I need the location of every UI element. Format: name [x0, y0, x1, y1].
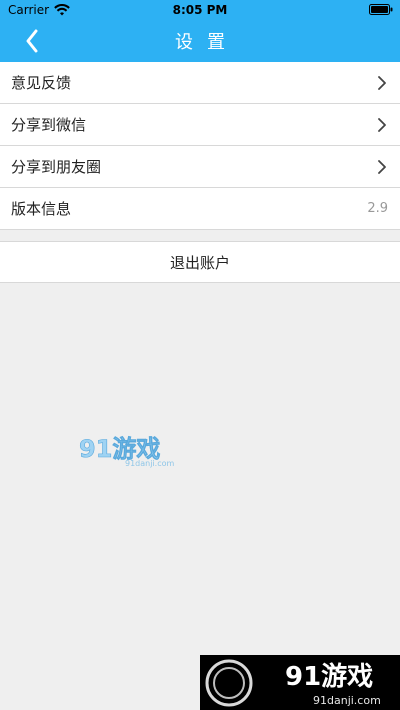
logout-button[interactable]: 退出账户: [0, 241, 400, 283]
settings-menu: 意见反馈 分享到微信 分享到朋友圈 版本信息 2.9: [0, 62, 400, 230]
app-header: Carrier 8:05 PM 设置: [0, 0, 400, 62]
corner-watermark-url: 91danji.com: [313, 694, 381, 707]
menu-item-share-moments[interactable]: 分享到朋友圈: [0, 146, 400, 188]
chevron-right-icon: [378, 75, 386, 90]
menu-item-label: 分享到朋友圈: [11, 158, 102, 176]
corner-watermark-brand: 91游戏: [285, 662, 373, 692]
corner-watermark: 91游戏 91danji.com: [200, 655, 400, 710]
chevron-right-icon: [378, 117, 386, 132]
menu-item-label: 分享到微信: [11, 116, 87, 134]
watermark-url: 91danji.com: [125, 459, 174, 468]
menu-item-feedback[interactable]: 意见反馈: [0, 62, 400, 104]
menu-item-version: 版本信息 2.9: [0, 188, 400, 230]
menu-item-label: 版本信息: [11, 200, 72, 218]
status-bar: Carrier 8:05 PM: [0, 0, 400, 20]
page-title: 设置: [175, 32, 239, 53]
watermark-logo: 91游戏 91danji.com: [79, 435, 174, 468]
menu-item-share-wechat[interactable]: 分享到微信: [0, 104, 400, 146]
chevron-right-icon: [378, 159, 386, 174]
battery-icon: [369, 4, 393, 15]
version-value: 2.9: [367, 201, 388, 216]
status-time: 8:05 PM: [172, 3, 228, 17]
menu-item-label: 意见反馈: [11, 74, 72, 92]
corner-watermark-art: 91游戏 91danji.com: [200, 655, 400, 710]
